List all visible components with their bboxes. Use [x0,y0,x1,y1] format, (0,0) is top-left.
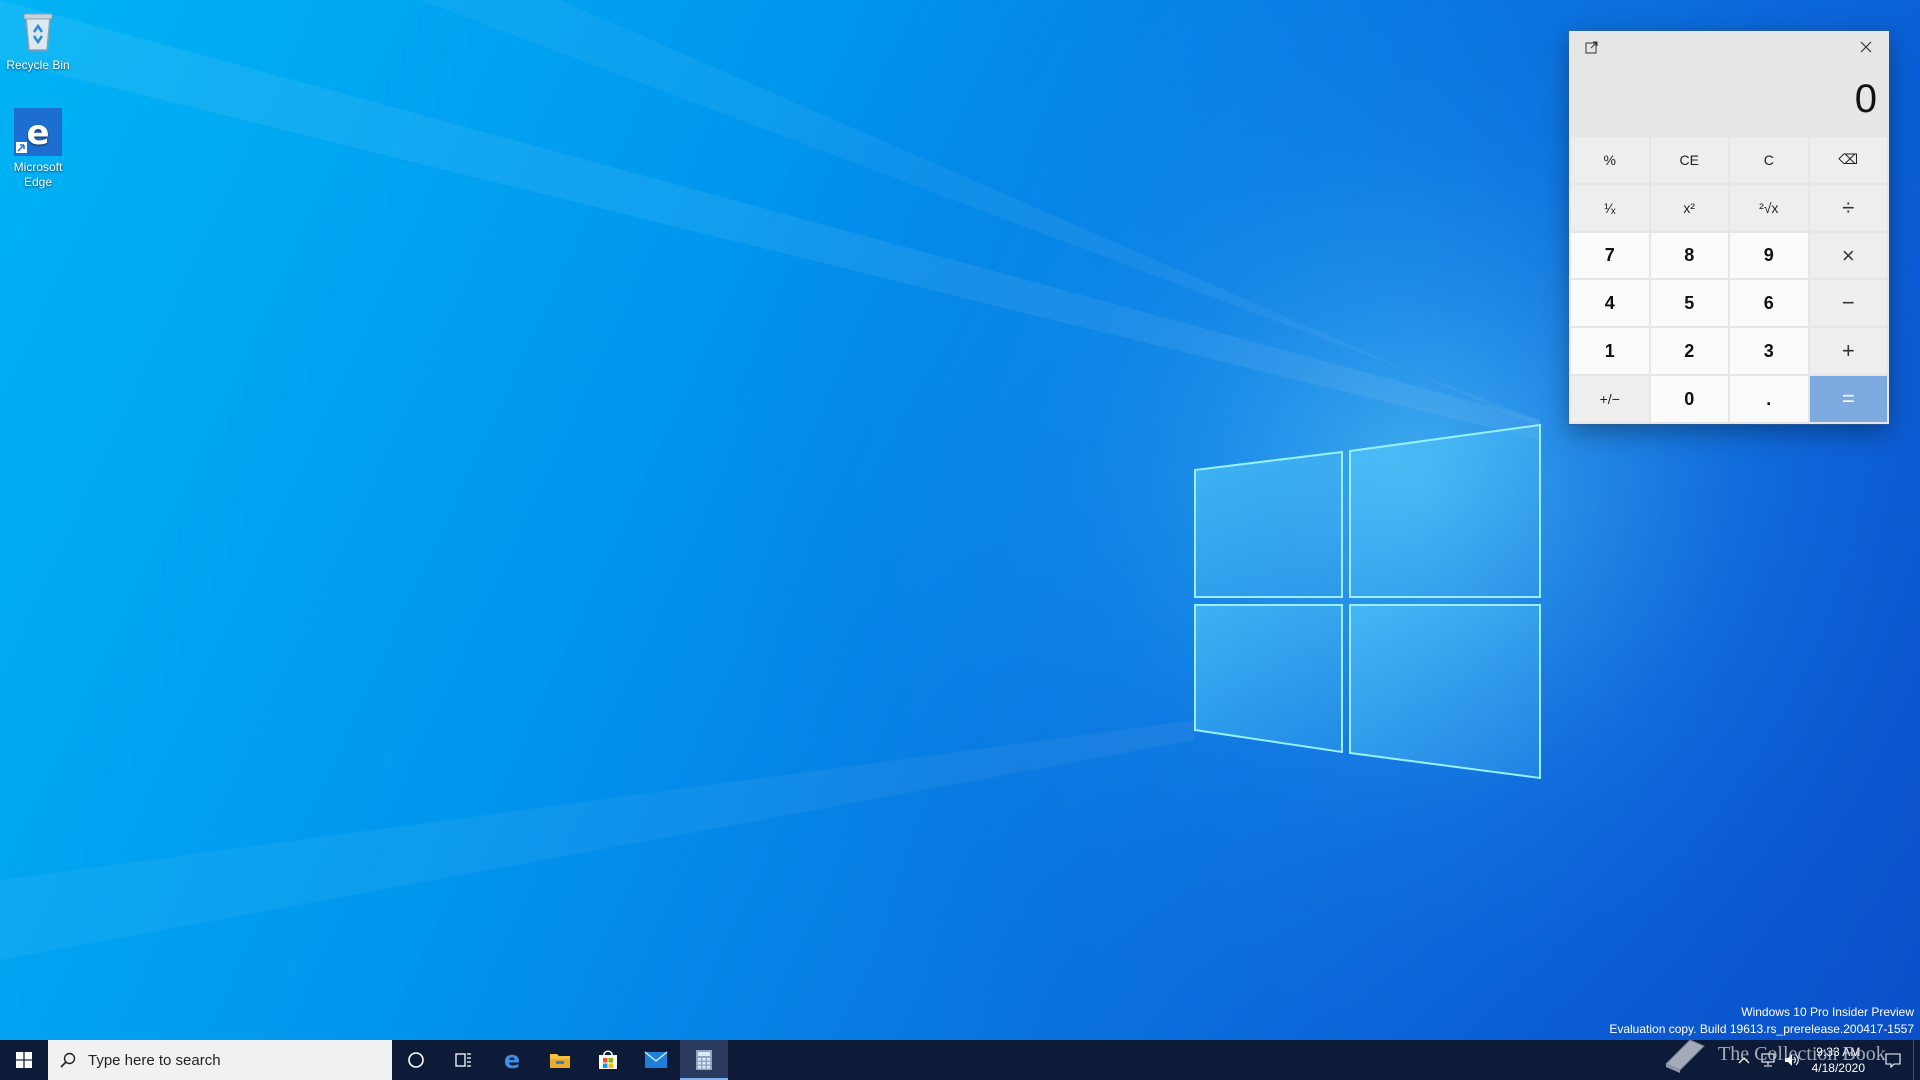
digit-1-button[interactable]: 1 [1571,328,1649,375]
clock[interactable]: 9:33 AM 4/18/2020 [1804,1044,1873,1076]
watermark-edition: Windows 10 Pro Insider Preview [1741,1005,1914,1019]
digit-6-button[interactable]: 6 [1730,280,1808,327]
show-desktop-button[interactable] [1913,1040,1920,1080]
calculator-titlebar[interactable] [1569,31,1889,63]
system-tray: 9:33 AM 4/18/2020 [1732,1040,1920,1080]
network-button[interactable] [1756,1040,1780,1080]
cortana-icon [408,1052,424,1068]
negate-button[interactable]: +/− [1571,376,1649,422]
mail-icon [644,1051,668,1068]
digit-3-button[interactable]: 3 [1730,328,1808,375]
store-icon [599,1050,617,1069]
minus-button[interactable]: − [1809,280,1887,327]
volume-button[interactable] [1780,1040,1804,1080]
recycle-bin-icon [23,13,53,51]
digit-0-button[interactable]: 0 [1650,376,1728,422]
taskbar-file-explorer[interactable] [536,1040,584,1080]
action-center-button[interactable] [1873,1040,1913,1080]
square-button[interactable]: x² [1650,184,1728,231]
calculator-keypad: % CE C ⌫ ¹⁄ₓ x² ²√x ÷ 7 8 9 × 4 5 6− 1 2 3 + +/− 0. = [1569,135,1889,424]
svg-text:e: e [26,113,49,153]
edge-icon: e [14,108,62,156]
restore-overlay-icon [1585,41,1598,54]
digit-4-button[interactable]: 4 [1571,280,1649,327]
compact-overlay-button[interactable] [1569,31,1615,63]
task-view-icon [455,1053,471,1067]
search-input[interactable]: Type here to search [48,1040,392,1080]
calculator-icon [696,1050,712,1070]
desktop-icon-label: Recycle Bin [6,58,70,72]
clock-time: 9:33 AM [1816,1045,1861,1059]
digit-8-button[interactable]: 8 [1650,232,1728,279]
desktop-icon-edge[interactable]: e Microsoft Edge [0,108,76,190]
digit-2-button[interactable]: 2 [1650,328,1728,375]
plus-button[interactable]: + [1809,328,1887,375]
reciprocal-button[interactable]: ¹⁄ₓ [1571,184,1649,231]
calculator-window: 0 % CE C ⌫ ¹⁄ₓ x² ²√x ÷ 7 8 9 × 4 5 6−1 2 3 + +/− 0. = [1569,31,1889,424]
desktop-icon-recycle-bin[interactable]: Recycle Bin [0,6,76,73]
clock-date: 4/18/2020 [1811,1061,1865,1075]
svg-text:e: e [504,1048,520,1072]
show-hidden-icons-button[interactable] [1732,1040,1756,1080]
taskbar-calculator[interactable] [680,1040,728,1080]
multiply-button[interactable]: × [1809,232,1887,279]
start-icon [16,1052,32,1068]
backspace-button[interactable]: ⌫ [1809,137,1887,183]
taskbar-edge[interactable]: e [488,1040,536,1080]
search-placeholder: Type here to search [88,1051,221,1069]
divide-button[interactable]: ÷ [1809,184,1887,231]
digit-9-button[interactable]: 9 [1730,232,1808,279]
taskbar-mail[interactable] [632,1040,680,1080]
file-explorer-icon [550,1054,570,1068]
close-button[interactable] [1843,31,1889,63]
percent-button[interactable]: % [1571,137,1649,183]
equals-button[interactable]: = [1809,376,1887,422]
start-button[interactable] [0,1040,48,1080]
calculator-display: 0 [1854,76,1877,121]
square-root-button[interactable]: ²√x [1730,184,1808,231]
taskbar: Type here to search e 9:33 AM 4/18/2020 [0,1040,1920,1080]
decimal-button[interactable]: . [1730,376,1808,422]
search-icon [60,1052,76,1068]
close-icon [1860,41,1872,53]
cortana-button[interactable] [392,1040,440,1080]
digit-5-button[interactable]: 5 [1650,280,1728,327]
watermark-build: Evaluation copy. Build 19613.rs_prerelea… [1609,1022,1914,1036]
desktop-icon-label: Microsoft Edge [13,160,63,189]
task-view-button[interactable] [440,1040,488,1080]
notification-icon [1885,1053,1901,1068]
digit-7-button[interactable]: 7 [1571,232,1649,279]
taskbar-store[interactable] [584,1040,632,1080]
volume-icon [1784,1054,1799,1066]
network-icon [1761,1053,1775,1067]
edge-icon: e [504,1048,520,1072]
clear-entry-button[interactable]: CE [1650,137,1728,183]
chevron-up-icon [1738,1057,1750,1064]
clear-button[interactable]: C [1730,137,1808,183]
build-watermark: Windows 10 Pro Insider Preview Evaluatio… [1609,1004,1914,1038]
